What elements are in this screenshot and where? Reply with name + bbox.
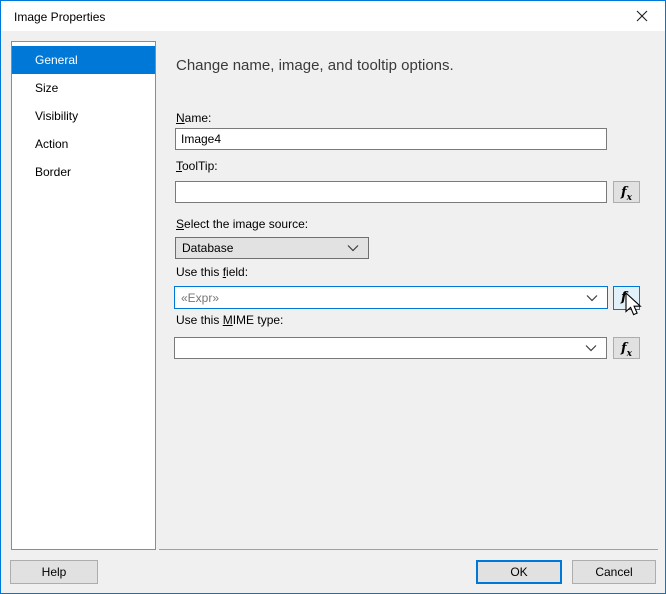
sidebar-item-size[interactable]: Size: [12, 74, 155, 102]
tooltip-input[interactable]: [175, 181, 607, 203]
name-label: Name:: [176, 111, 211, 125]
sidebar-item-general[interactable]: General: [12, 46, 155, 74]
function-icon: fx: [621, 289, 632, 305]
chevron-down-icon: [347, 245, 359, 252]
tooltip-expression-button[interactable]: fx: [613, 181, 640, 203]
chevron-down-icon: [585, 345, 597, 352]
sidebar-item-border[interactable]: Border: [12, 158, 155, 186]
cancel-button[interactable]: Cancel: [572, 560, 656, 584]
name-input[interactable]: [175, 128, 607, 150]
sidebar-item-visibility[interactable]: Visibility: [12, 102, 155, 130]
title-bar: Image Properties: [1, 1, 665, 31]
help-button[interactable]: Help: [10, 560, 98, 584]
page-description: Change name, image, and tooltip options.: [176, 57, 454, 74]
field-value: «Expr»: [181, 291, 219, 305]
function-icon: fx: [621, 340, 632, 356]
close-button[interactable]: [619, 1, 664, 31]
mime-expression-button[interactable]: fx: [613, 337, 640, 359]
image-source-label: Select the image source:: [176, 217, 308, 231]
category-list: General Size Visibility Action Border: [11, 41, 156, 550]
close-icon: [636, 10, 648, 22]
ok-button[interactable]: OK: [476, 560, 562, 584]
chevron-down-icon: [586, 294, 598, 301]
footer-separator: [159, 549, 658, 550]
tooltip-label: ToolTip:: [176, 159, 218, 173]
mime-type-label: Use this MIME type:: [176, 313, 283, 327]
function-icon: fx: [621, 184, 632, 200]
image-source-dropdown[interactable]: Database: [175, 237, 369, 259]
image-source-value: Database: [182, 241, 233, 255]
window-title: Image Properties: [14, 10, 105, 24]
sidebar-item-action[interactable]: Action: [12, 130, 155, 158]
mime-type-combobox[interactable]: [174, 337, 607, 359]
field-expression-button[interactable]: fx: [613, 286, 640, 310]
image-properties-dialog: Image Properties General Size Visibility…: [0, 0, 666, 594]
field-label: Use this field:: [176, 265, 248, 279]
field-combobox[interactable]: «Expr»: [174, 286, 608, 309]
